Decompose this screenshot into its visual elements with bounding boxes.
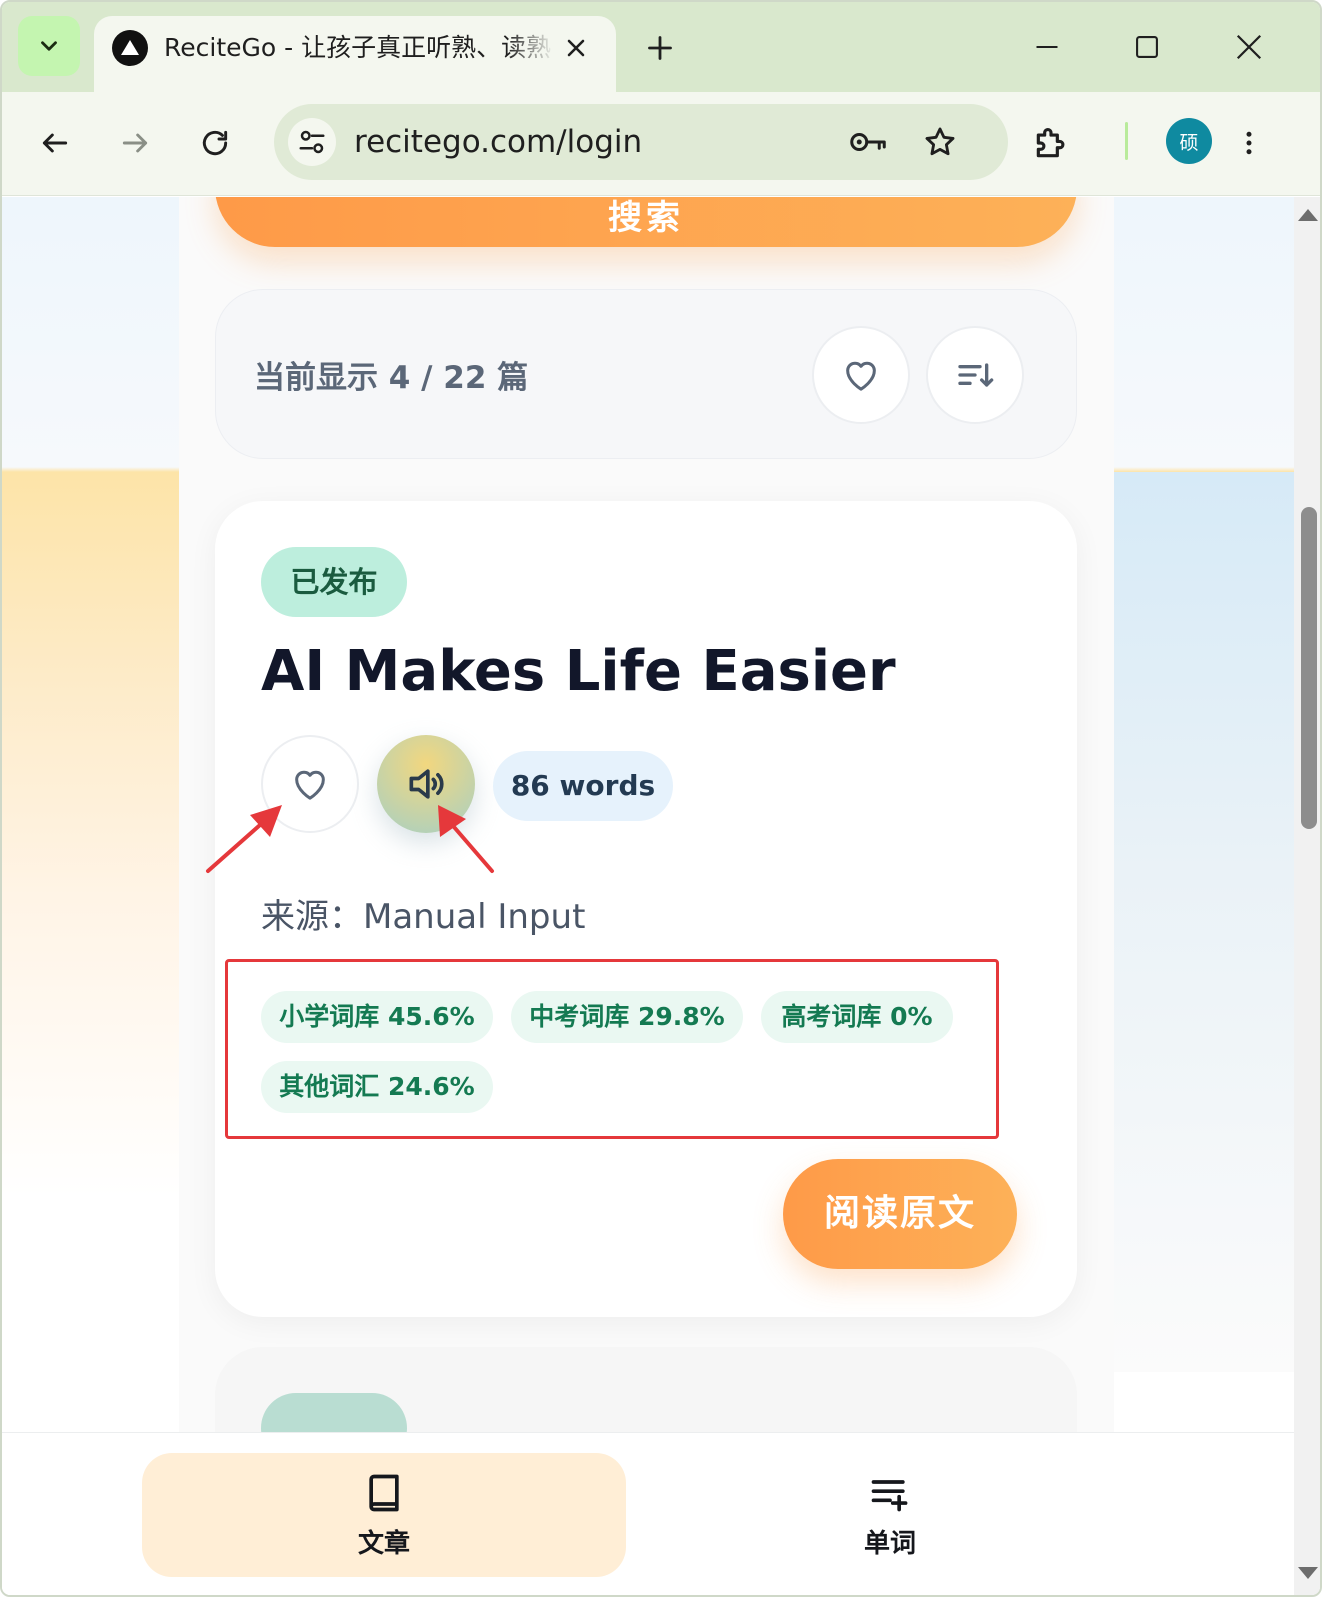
plus-icon xyxy=(648,36,672,60)
arrow-right-icon xyxy=(122,133,148,153)
address-bar[interactable]: recitego.com/login xyxy=(274,104,1008,180)
toolbar-separator xyxy=(1125,122,1128,160)
close-icon xyxy=(567,39,585,57)
next-article-card[interactable] xyxy=(215,1347,1077,1432)
article-card[interactable]: 已发布 AI Makes Life Easier 86 words 来源：Man… xyxy=(215,501,1077,1317)
scrollbar-thumb[interactable] xyxy=(1301,507,1317,829)
close-tab-button[interactable] xyxy=(556,28,596,68)
chevron-down-icon xyxy=(41,41,57,51)
result-count-text: 当前显示 4 / 22 篇 xyxy=(254,360,529,396)
annotation-arrow-icon xyxy=(438,805,494,873)
status-badge xyxy=(261,1393,407,1432)
minimize-button[interactable] xyxy=(1022,22,1072,72)
new-tab-button[interactable] xyxy=(638,26,682,70)
maximize-button[interactable] xyxy=(1122,22,1172,72)
profile-avatar[interactable]: 硕 xyxy=(1166,118,1212,164)
extensions-button[interactable] xyxy=(1024,116,1078,170)
active-tab[interactable]: ReciteGo - 让孩子真正听熟、读熟 xyxy=(94,16,616,94)
vocab-tag-other: 其他词汇 24.6% xyxy=(261,1061,493,1113)
vocab-tag-high-school: 高考词库 0% xyxy=(761,991,953,1043)
site-info-button[interactable] xyxy=(288,118,336,166)
article-source: 来源：Manual Input xyxy=(261,897,586,937)
url-text[interactable]: recitego.com/login xyxy=(354,120,642,164)
read-article-button[interactable]: 阅读原文 xyxy=(783,1159,1017,1269)
browser-menu-button[interactable] xyxy=(1222,116,1276,170)
nav-item-words[interactable]: 单词 xyxy=(648,1453,1132,1577)
content-column: 搜索 当前显示 4 / 22 篇 已发布 AI Makes Life Easie… xyxy=(179,197,1114,1432)
close-icon xyxy=(1236,34,1262,60)
sort-icon xyxy=(958,363,994,387)
scroll-down-icon[interactable] xyxy=(1298,1567,1318,1579)
tab-search-button[interactable] xyxy=(18,16,80,76)
key-icon xyxy=(850,133,886,151)
sort-button[interactable] xyxy=(926,326,1024,424)
close-window-button[interactable] xyxy=(1224,22,1274,72)
reload-icon xyxy=(202,130,228,156)
tune-icon xyxy=(299,130,325,154)
browser-window: ReciteGo - 让孩子真正听熟、读熟 recitego.com/login… xyxy=(0,0,1322,1597)
search-button-label: 搜索 xyxy=(608,198,684,238)
word-count-badge: 86 words xyxy=(493,751,673,821)
article-title[interactable]: AI Makes Life Easier xyxy=(261,639,896,704)
result-count-card: 当前显示 4 / 22 篇 xyxy=(215,289,1077,459)
bottom-navigation: 文章 单词 xyxy=(2,1432,1294,1595)
page-scrollbar[interactable] xyxy=(1294,197,1320,1595)
back-button[interactable] xyxy=(28,116,82,170)
scroll-up-icon[interactable] xyxy=(1298,209,1318,221)
heart-icon xyxy=(846,361,876,391)
status-badge: 已发布 xyxy=(261,547,407,617)
tab-title: ReciteGo - 让孩子真正听熟、读熟 xyxy=(164,33,552,62)
nav-item-articles[interactable]: 文章 xyxy=(142,1453,626,1577)
password-manager-button[interactable] xyxy=(844,118,892,166)
title-bar: ReciteGo - 让孩子真正听熟、读熟 xyxy=(2,2,1320,94)
puzzle-icon xyxy=(1036,128,1065,158)
annotation-arrow-icon xyxy=(206,805,282,873)
maximize-icon xyxy=(1136,36,1158,58)
browser-toolbar: recitego.com/login 硕 xyxy=(2,92,1320,196)
minimize-icon xyxy=(1036,45,1058,49)
reload-button[interactable] xyxy=(188,116,242,170)
more-vertical-icon xyxy=(1246,131,1252,155)
page-viewport: 搜索 当前显示 4 / 22 篇 已发布 AI Makes Life Easie… xyxy=(2,197,1294,1432)
nav-label-words: 单词 xyxy=(863,1528,916,1559)
vocab-tag-middle-school: 中考词库 29.8% xyxy=(511,991,743,1043)
favorites-filter-button[interactable] xyxy=(812,326,910,424)
book-icon xyxy=(369,1474,399,1511)
star-icon xyxy=(925,127,955,156)
forward-button[interactable] xyxy=(108,116,162,170)
nav-label-articles: 文章 xyxy=(357,1528,410,1559)
playlist-add-icon xyxy=(871,1479,908,1511)
heart-icon xyxy=(295,770,325,800)
arrow-left-icon xyxy=(42,133,68,153)
vocab-tag-primary: 小学词库 45.6% xyxy=(261,991,493,1043)
triangle-logo-icon xyxy=(112,30,148,66)
search-button[interactable]: 搜索 xyxy=(215,197,1077,247)
bookmark-button[interactable] xyxy=(916,118,964,166)
